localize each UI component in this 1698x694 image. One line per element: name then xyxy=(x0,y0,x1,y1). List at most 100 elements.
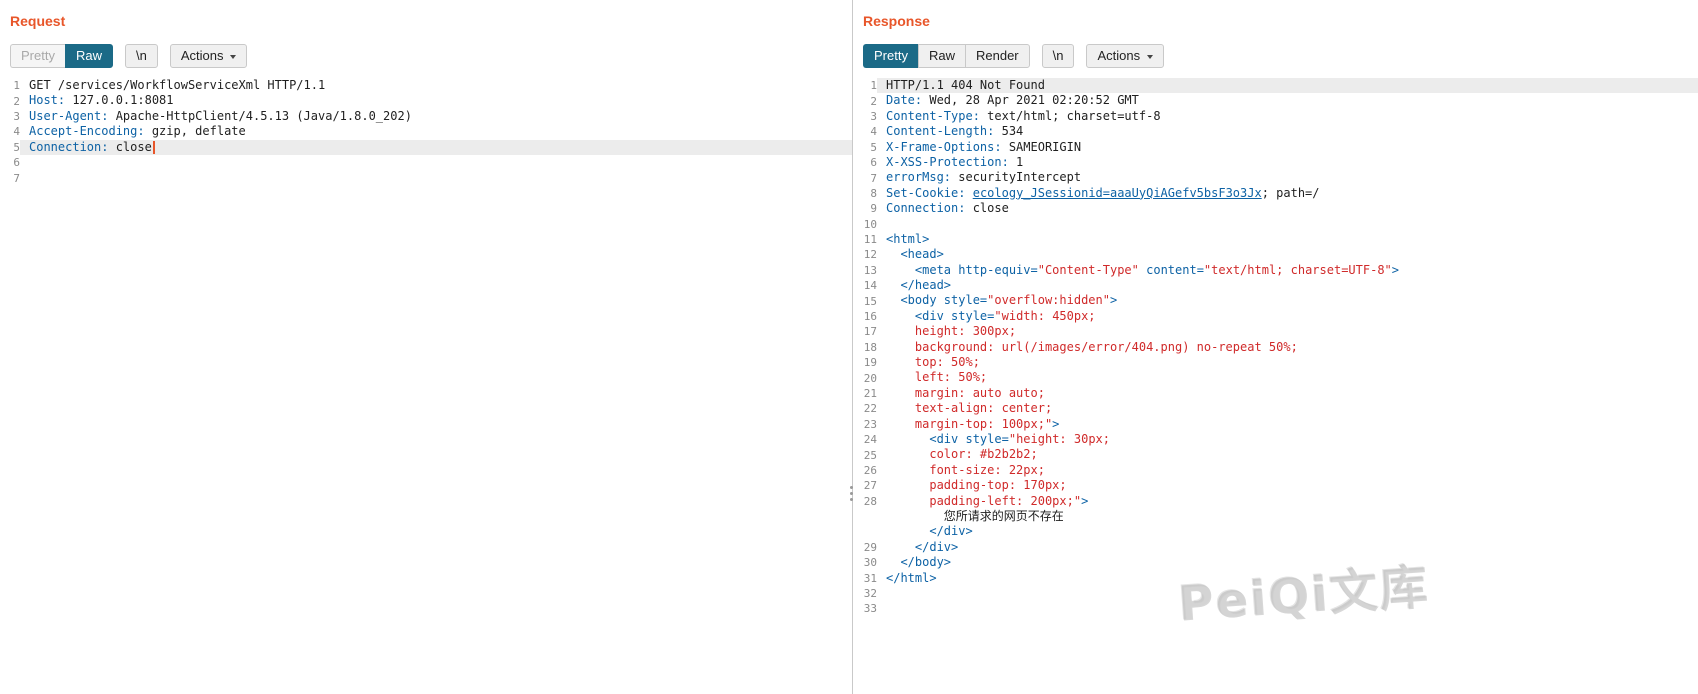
code-line: 14 </head> xyxy=(853,278,1698,293)
line-number: 3 xyxy=(0,110,20,123)
request-view-tabs: Pretty Raw xyxy=(10,44,113,68)
text-cursor xyxy=(153,141,155,154)
line-number: 24 xyxy=(853,433,877,446)
code-line: 6 xyxy=(0,155,852,170)
line-number: 9 xyxy=(853,202,877,215)
line-number: 2 xyxy=(0,95,20,108)
response-tab-render[interactable]: Render xyxy=(965,44,1030,68)
chevron-down-icon xyxy=(1147,55,1153,59)
code-line: 13 <meta http-equiv="Content-Type" conte… xyxy=(853,263,1698,278)
line-number: 32 xyxy=(853,587,877,600)
line-number: 27 xyxy=(853,479,877,492)
line-number: 16 xyxy=(853,310,877,323)
request-editor[interactable]: 1GET /services/WorkflowServiceXml HTTP/1… xyxy=(0,75,852,694)
line-number: 25 xyxy=(853,449,877,462)
code-line: 1HTTP/1.1 404 Not Found xyxy=(853,78,1698,93)
request-actions-button[interactable]: Actions xyxy=(170,44,248,68)
code-line: 4Content-Length: 534 xyxy=(853,124,1698,139)
request-tabbar: Pretty Raw \n Actions xyxy=(0,35,852,75)
code-line: 32 xyxy=(853,586,1698,601)
response-editor[interactable]: 1HTTP/1.1 404 Not Found2Date: Wed, 28 Ap… xyxy=(853,75,1698,694)
line-number: 22 xyxy=(853,402,877,415)
response-actions-button[interactable]: Actions xyxy=(1086,44,1164,68)
line-number: 4 xyxy=(853,125,877,138)
response-panel: Response Pretty Raw Render \n Actions 1H… xyxy=(853,0,1698,694)
code-line: 11<html> xyxy=(853,232,1698,247)
line-number: 20 xyxy=(853,372,877,385)
line-number: 31 xyxy=(853,572,877,585)
code-line: 27 padding-top: 170px; xyxy=(853,478,1698,493)
code-line: 28 padding-left: 200px;"> xyxy=(853,494,1698,509)
code-line: 23 margin-top: 100px;"> xyxy=(853,417,1698,432)
code-line: 3User-Agent: Apache-HttpClient/4.5.13 (J… xyxy=(0,109,852,124)
request-tab-pretty[interactable]: Pretty xyxy=(10,44,65,68)
code-line: 12 <head> xyxy=(853,247,1698,262)
line-number: 6 xyxy=(853,156,877,169)
line-number: 15 xyxy=(853,295,877,308)
panel-divider[interactable] xyxy=(852,0,853,694)
code-line: 20 left: 50%; xyxy=(853,370,1698,385)
code-line: 3Content-Type: text/html; charset=utf-8 xyxy=(853,109,1698,124)
code-line: 2Host: 127.0.0.1:8081 xyxy=(0,93,852,108)
line-number: 3 xyxy=(853,110,877,123)
code-line: 6X-XSS-Protection: 1 xyxy=(853,155,1698,170)
code-line: 16 <div style="width: 450px; xyxy=(853,309,1698,324)
request-tab-linebreaks[interactable]: \n xyxy=(125,44,158,68)
response-tab-pretty[interactable]: Pretty xyxy=(863,44,918,68)
code-line: 21 margin: auto auto; xyxy=(853,386,1698,401)
code-line: 26 font-size: 22px; xyxy=(853,463,1698,478)
code-line: 1GET /services/WorkflowServiceXml HTTP/1… xyxy=(0,78,852,93)
response-tab-raw[interactable]: Raw xyxy=(918,44,965,68)
code-line: 25 color: #b2b2b2; xyxy=(853,447,1698,462)
line-number: 1 xyxy=(0,79,20,92)
line-number: 2 xyxy=(853,95,877,108)
code-line: 5X-Frame-Options: SAMEORIGIN xyxy=(853,140,1698,155)
splitter-handle-icon[interactable] xyxy=(848,484,855,503)
line-number: 1 xyxy=(853,79,877,92)
line-number: 19 xyxy=(853,356,877,369)
code-line: 22 text-align: center; xyxy=(853,401,1698,416)
line-number: 8 xyxy=(853,187,877,200)
code-line: 29 </div> xyxy=(853,540,1698,555)
code-line: 18 background: url(/images/error/404.png… xyxy=(853,340,1698,355)
code-line: 24 <div style="height: 30px; xyxy=(853,432,1698,447)
code-line: 17 height: 300px; xyxy=(853,324,1698,339)
code-line: 您所请求的网页不存在 xyxy=(853,509,1698,524)
code-line: 9Connection: close xyxy=(853,201,1698,216)
line-number: 10 xyxy=(853,218,877,231)
code-line: 7 xyxy=(0,170,852,185)
line-number: 12 xyxy=(853,248,877,261)
line-number: 14 xyxy=(853,279,877,292)
line-number: 29 xyxy=(853,541,877,554)
code-line: 31</html> xyxy=(853,571,1698,586)
request-panel: Request Pretty Raw \n Actions 1GET /serv… xyxy=(0,0,852,694)
line-number: 23 xyxy=(853,418,877,431)
request-tab-raw[interactable]: Raw xyxy=(65,44,113,68)
line-number: 11 xyxy=(853,233,877,246)
line-number: 28 xyxy=(853,495,877,508)
request-actions-label: Actions xyxy=(181,48,224,63)
line-number: 26 xyxy=(853,464,877,477)
code-line: 33 xyxy=(853,601,1698,616)
code-line: </div> xyxy=(853,524,1698,539)
code-line: 15 <body style="overflow:hidden"> xyxy=(853,293,1698,308)
code-line: 30 </body> xyxy=(853,555,1698,570)
line-number: 7 xyxy=(0,172,20,185)
line-number: 30 xyxy=(853,556,877,569)
line-number: 21 xyxy=(853,387,877,400)
chevron-down-icon xyxy=(230,55,236,59)
line-number: 18 xyxy=(853,341,877,354)
response-tab-linebreaks[interactable]: \n xyxy=(1042,44,1075,68)
line-number: 7 xyxy=(853,172,877,185)
code-line: 4Accept-Encoding: gzip, deflate xyxy=(0,124,852,139)
line-number: 5 xyxy=(0,141,20,154)
response-actions-label: Actions xyxy=(1097,48,1140,63)
response-view-tabs: Pretty Raw Render xyxy=(863,44,1030,68)
response-tabbar: Pretty Raw Render \n Actions xyxy=(853,35,1698,75)
code-line: 10 xyxy=(853,217,1698,232)
line-number: 33 xyxy=(853,602,877,615)
code-line: 7errorMsg: securityIntercept xyxy=(853,170,1698,185)
line-number: 13 xyxy=(853,264,877,277)
response-panel-title: Response xyxy=(853,0,1698,35)
request-panel-title: Request xyxy=(0,0,852,35)
